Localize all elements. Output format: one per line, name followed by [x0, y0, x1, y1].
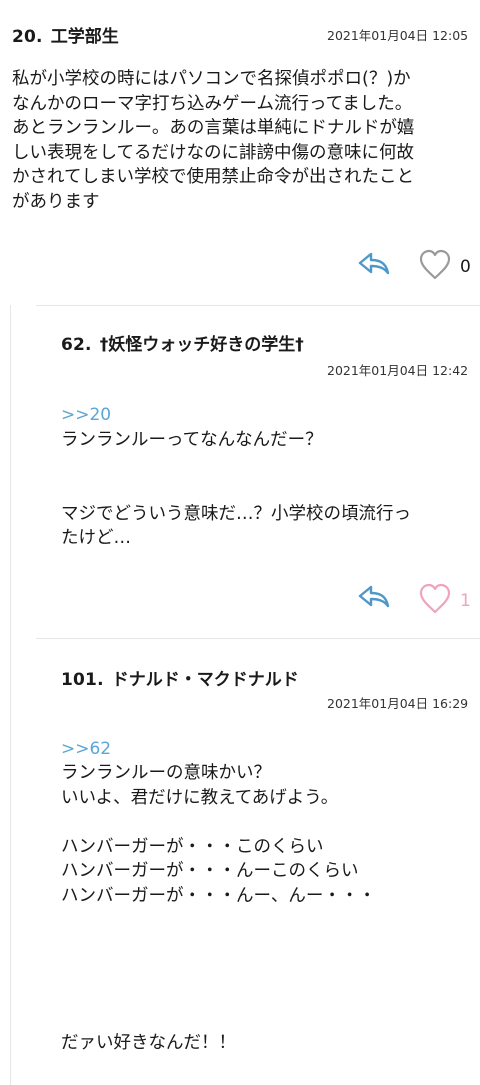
post-timestamp: 2021年01月04日 12:42: [327, 363, 469, 378]
post-number: 20.: [12, 27, 43, 47]
post-header: 20. 工学部生: [12, 22, 119, 47]
post-body: 私が小学校の時にはパソコンで名探偵ポポロ(？)か なんかのローマ字打ち込みゲーム…: [12, 69, 415, 212]
reply-anchor-link[interactable]: >>20: [61, 405, 111, 425]
post-timestamp: 2021年01月04日 12:05: [327, 28, 469, 43]
like-count: 0: [460, 257, 471, 277]
heart-outline-icon[interactable]: [418, 249, 452, 285]
like-count: 1: [460, 591, 471, 611]
post-author-name: †妖怪ウォッチ好きの学生†: [99, 335, 304, 355]
comment-post-101: 101. ドナルド・マクドナルド 2021年01月04日 16:29 >>62 ラ…: [0, 639, 480, 1079]
reply-arrow-icon[interactable]: [358, 584, 392, 614]
post-author-name: 工学部生: [50, 27, 119, 47]
comment-post-62: 62. †妖怪ウォッチ好きの学生† 2021年01月04日 12:42 >>20 …: [0, 306, 480, 636]
heart-outline-icon[interactable]: [418, 583, 452, 619]
post-author-name: ドナルド・マクドナルド: [111, 670, 299, 690]
post-header: 101. ドナルド・マクドナルド: [61, 665, 299, 690]
reply-anchor-link[interactable]: >>62: [61, 739, 111, 759]
post-timestamp: 2021年01月04日 16:29: [327, 696, 469, 711]
comment-post-20: 20. 工学部生 2021年01月04日 12:05 私が小学校の時にはパソコンで…: [0, 0, 480, 300]
reply-arrow-icon[interactable]: [358, 251, 392, 281]
post-body: ランランルーってなんなんだー？ マジでどういう意味だ…？小学校の頃流行っ たけど…: [61, 430, 411, 548]
post-number: 101.: [61, 670, 104, 690]
post-number: 62.: [61, 335, 92, 355]
post-header: 62. †妖怪ウォッチ好きの学生†: [61, 330, 304, 355]
post-body: ランランルーの意味かい？ いいよ、君だけに教えてあげよう。 ハンバーガーが・・・…: [61, 763, 376, 1053]
